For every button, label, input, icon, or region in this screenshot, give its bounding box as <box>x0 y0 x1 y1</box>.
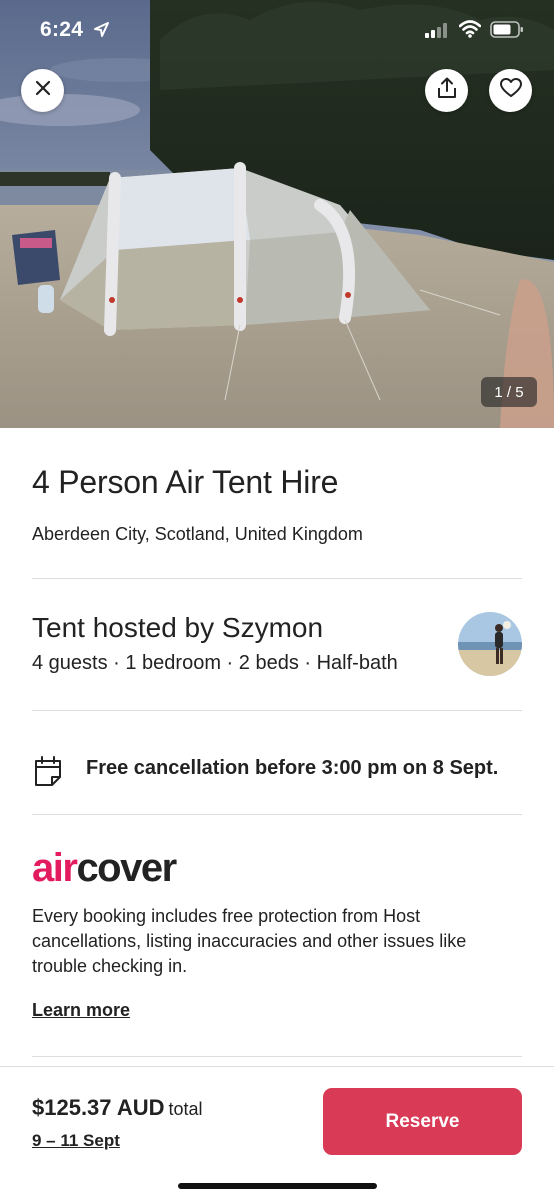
home-indicator[interactable] <box>178 1183 377 1189</box>
divider <box>32 1056 522 1057</box>
reserve-button[interactable]: Reserve <box>323 1088 522 1155</box>
learn-more-link[interactable]: Learn more <box>32 1000 130 1021</box>
booking-footer: $125.37 AUD total 9 – 11 Sept Reserve <box>0 1066 554 1200</box>
share-button[interactable] <box>425 69 468 112</box>
close-icon <box>35 80 51 101</box>
listing-screen: 6:24 1 / 5 4 Person Air Tent Hire Aberde… <box>0 0 554 1200</box>
total-price: $125.37 AUD <box>32 1095 165 1120</box>
host-title: Tent hosted by Szymon <box>32 612 324 643</box>
aircover-logo-cover: cover <box>76 846 177 890</box>
aircover-description: Every booking includes free protection f… <box>32 906 467 976</box>
price-line: $125.37 AUD total <box>32 1095 203 1121</box>
status-time: 6:24 <box>40 18 84 41</box>
trip-dates-link[interactable]: 9 – 11 Sept <box>32 1131 120 1151</box>
photo-counter: 1 / 5 <box>481 377 537 407</box>
listing-capacity-details: 4 guests · 1 bedroom · 2 beds · Half-bat… <box>32 652 398 674</box>
divider <box>32 814 522 815</box>
location-arrow-icon <box>93 21 110 43</box>
calendar-icon <box>32 755 64 792</box>
save-favorite-button[interactable] <box>489 69 532 112</box>
close-button[interactable] <box>21 69 64 112</box>
battery-icon <box>490 21 524 43</box>
share-icon <box>437 77 457 104</box>
listing-title: 4 Person Air Tent Hire <box>32 464 339 500</box>
aircover-logo: aircover <box>32 844 177 892</box>
cellular-signal-icon <box>425 23 449 43</box>
wifi-icon <box>458 20 482 43</box>
status-bar: 6:24 <box>0 0 554 62</box>
aircover-logo-air: air <box>32 846 78 890</box>
divider <box>32 578 522 579</box>
host-avatar[interactable] <box>458 612 522 676</box>
listing-photo[interactable] <box>0 0 554 428</box>
divider <box>32 710 522 711</box>
tent-photo-illustration <box>0 0 554 428</box>
listing-location[interactable]: Aberdeen City, Scotland, United Kingdom <box>32 524 363 545</box>
price-suffix: total <box>168 1099 203 1119</box>
cancellation-policy: Free cancellation before 3:00 pm on 8 Se… <box>86 757 499 779</box>
heart-icon <box>499 78 522 103</box>
